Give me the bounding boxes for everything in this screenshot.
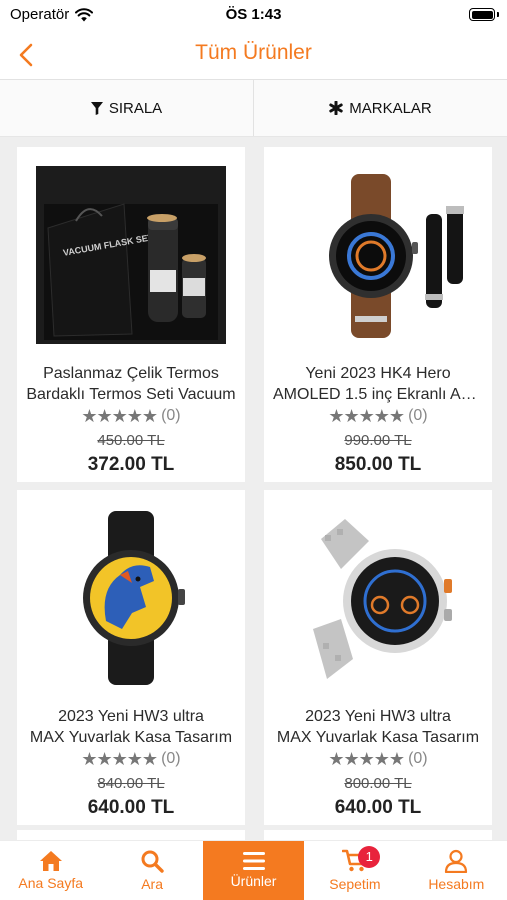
battery-icon (469, 8, 495, 21)
menu-icon (242, 852, 265, 870)
product-image: VACUUM FLASK SET (33, 161, 229, 349)
asterisk-icon (329, 101, 343, 115)
rating-count: (0) (161, 407, 181, 424)
carrier-info: Operatör (10, 6, 94, 23)
tab-cart[interactable]: 1 Sepetim (304, 841, 405, 900)
product-rating: ★★★★★ (0) (328, 749, 427, 769)
product-name: Paslanmaz Çelik Termos Bardaklı Termos S… (26, 365, 236, 403)
product-card[interactable]: Yeni 2023 HK4 Hero AMOLED 1.5 inç Ekranl… (264, 147, 492, 482)
sort-button[interactable]: SIRALA (0, 80, 253, 136)
price: 640.00 TL (87, 797, 175, 818)
tab-label: Ana Sayfa (18, 875, 83, 891)
carrier-label: Operatör (10, 6, 70, 23)
tab-account[interactable]: Hesabım (406, 841, 507, 900)
product-card[interactable]: 2023 Yeni HW3 ultra MAX Yuvarlak Kasa Ta… (264, 490, 492, 825)
product-card[interactable]: 2023 Yeni HW3 ultra MAX Yuvarlak Kasa Ta… (17, 490, 245, 825)
search-icon (141, 850, 164, 873)
tab-label: Hesabım (428, 876, 485, 892)
smartwatch-black-icon (83, 511, 185, 685)
product-image (280, 161, 476, 349)
navigation-bar: Tüm Ürünler (0, 30, 507, 80)
star-rating-icon: ★★★★★ (81, 406, 158, 426)
product-name: 2023 Yeni HW3 ultra MAX Yuvarlak Kasa Ta… (29, 708, 233, 746)
tab-search[interactable]: Ara (101, 841, 202, 900)
product-image (280, 504, 476, 692)
star-rating-icon: ★★★★★ (328, 749, 405, 769)
tab-bar: Ana Sayfa Ara Ürünler 1 Sepetim Hesabım (0, 840, 507, 900)
chevron-left-icon (19, 43, 33, 67)
tab-home[interactable]: Ana Sayfa (0, 841, 101, 900)
old-price: 800.00 TL (344, 775, 412, 792)
product-name: 2023 Yeni HW3 ultra MAX Yuvarlak Kasa Ta… (276, 708, 480, 746)
product-rating: ★★★★★ (0) (81, 749, 180, 769)
product-name: Yeni 2023 HK4 Hero AMOLED 1.5 inç Ekranl… (273, 365, 483, 403)
price: 372.00 TL (87, 454, 175, 475)
product-card[interactable]: VACUUM FLASK SET Paslanmaz Çelik Termos … (17, 147, 245, 482)
old-price: 840.00 TL (97, 775, 165, 792)
brands-label: MARKALAR (349, 99, 432, 117)
product-rating: ★★★★★ (0) (328, 406, 427, 426)
price: 640.00 TL (334, 797, 422, 818)
tab-label: Ürünler (230, 873, 277, 889)
old-price: 990.00 TL (344, 432, 412, 449)
brands-button[interactable]: MARKALAR (253, 80, 507, 136)
product-grid: VACUUM FLASK SET Paslanmaz Çelik Termos … (17, 147, 492, 825)
rating-count: (0) (408, 407, 428, 424)
home-icon (39, 851, 62, 871)
page-title: Tüm Ürünler (195, 41, 312, 64)
price: 850.00 TL (334, 454, 422, 475)
tab-label: Ara (141, 876, 163, 892)
status-bar: Operatör ÖS 1:43 (0, 0, 507, 30)
old-price: 450.00 TL (97, 432, 165, 449)
back-button[interactable] (6, 35, 46, 75)
smartwatch-leather-icon (329, 174, 464, 338)
filter-icon (90, 101, 103, 115)
smartwatch-silver-icon (313, 519, 452, 679)
product-rating: ★★★★★ (0) (81, 406, 180, 426)
star-rating-icon: ★★★★★ (81, 749, 158, 769)
sort-label: SIRALA (108, 99, 163, 117)
tab-products[interactable]: Ürünler (202, 841, 305, 900)
filter-bar: SIRALA MARKALAR (0, 80, 507, 137)
user-icon (445, 849, 468, 873)
thermos-set-icon: VACUUM FLASK SET (36, 166, 226, 344)
cart-count-badge: 1 (358, 846, 381, 868)
product-image (33, 504, 229, 692)
tab-label: Sepetim (329, 876, 381, 892)
star-rating-icon: ★★★★★ (328, 406, 405, 426)
wifi-icon (75, 7, 94, 21)
rating-count: (0) (408, 750, 428, 767)
battery-cap (497, 12, 499, 17)
rating-count: (0) (161, 750, 181, 767)
